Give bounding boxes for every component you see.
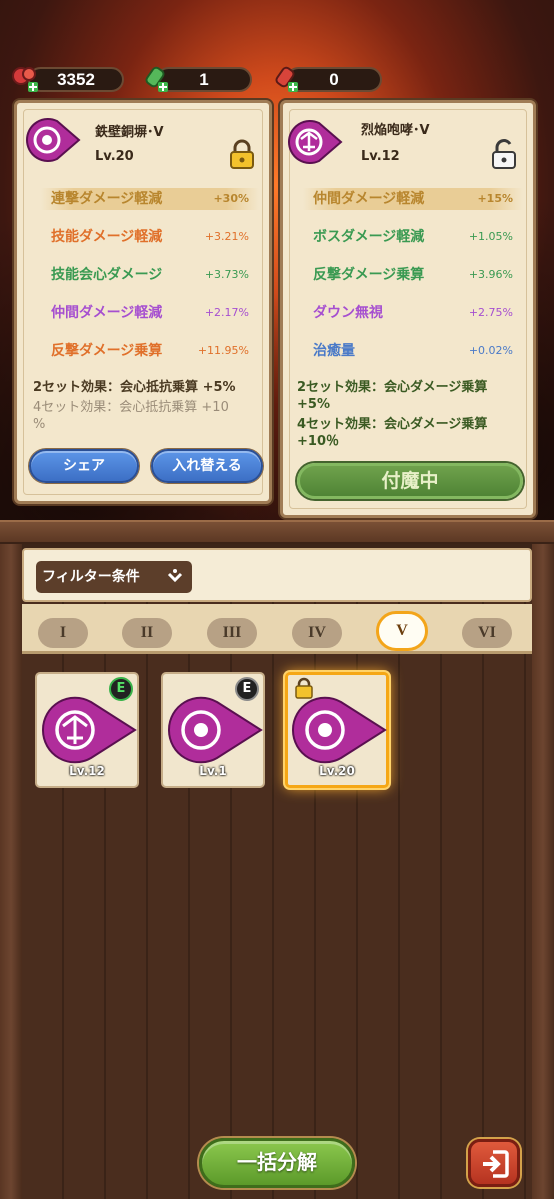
set-bonus-2: 2セット効果：会心抵抗乗算 +5%: [33, 380, 236, 395]
rune-item[interactable]: E Lv.12: [35, 672, 139, 788]
stat-value: +2.75%: [468, 306, 513, 319]
stat-row: 仲間ダメージ軽減 +2.17%: [51, 301, 249, 325]
stat-row: ダウン無視 +2.75%: [313, 301, 513, 325]
stat-value: +15%: [477, 192, 513, 205]
rune-emblem-icon: [25, 118, 81, 162]
tier-tab-6[interactable]: VI: [462, 618, 512, 648]
selected-rune-card: 烈焔咆哮･V Lv.12 仲間ダメージ軽減 +15% ボスダメージ軽減 +1.0…: [280, 100, 536, 518]
stat-row: ボスダメージ軽減 +1.05%: [313, 225, 513, 249]
stat-value: +11.95%: [197, 344, 249, 357]
panel-rail-right: [532, 544, 554, 1199]
green-potion-plus-icon[interactable]: [140, 64, 170, 94]
stat-value: +1.05%: [468, 230, 513, 243]
equipped-badge: E: [235, 677, 259, 701]
resource-value: 1: [199, 70, 209, 89]
rune-emblem-icon: [287, 120, 343, 164]
stat-row: 反撃ダメージ乗算 +11.95%: [51, 339, 249, 363]
set-bonus-4-cont: +10％: [297, 434, 339, 449]
lock-open-icon[interactable]: [491, 139, 517, 169]
stat-row: 仲間ダメージ軽減 +15%: [303, 187, 523, 211]
set-bonus-4: 4セット効果：会心ダメージ乗算: [297, 417, 488, 432]
panel-rail-left: [0, 544, 22, 1199]
stat-row: 技能会心ダメージ +3.73%: [51, 263, 249, 287]
resource-counter-gems: 3352: [28, 67, 124, 92]
rune-level: Lv.12: [361, 149, 400, 164]
rune-item[interactable]: E Lv.1: [161, 672, 265, 788]
red-gem-plus-icon[interactable]: [10, 64, 40, 94]
stat-row: 技能ダメージ軽減 +3.21%: [51, 225, 249, 249]
stat-value: +3.96%: [468, 268, 513, 281]
stat-name: 治癒量: [313, 343, 355, 359]
rune-emblem-icon: [291, 696, 387, 764]
filter-label: フィルター条件: [42, 569, 140, 585]
stat-row: 連撃ダメージ軽減 +30%: [41, 187, 259, 211]
stat-row: 反撃ダメージ乗算 +3.96%: [313, 263, 513, 287]
exit-button[interactable]: [468, 1139, 520, 1187]
tier-tabs: I II III IV V VI: [22, 604, 532, 654]
stat-name: ボスダメージ軽減: [313, 229, 425, 245]
item-level: Lv.1: [199, 764, 227, 778]
set-bonus-2-cont: +5%: [297, 397, 330, 412]
item-level: Lv.12: [69, 764, 105, 778]
rune-emblem-icon: [41, 696, 137, 764]
panel-divider: [0, 520, 554, 544]
stat-name: 仲間ダメージ軽減: [51, 305, 163, 321]
tier-tab-5[interactable]: V: [376, 611, 428, 651]
lock-closed-icon[interactable]: [229, 139, 255, 169]
stat-name: 連撃ダメージ軽減: [51, 191, 163, 207]
red-potion-plus-icon[interactable]: [270, 64, 300, 94]
equipped-rune-card: 鉄壁銅塀･V Lv.20 連撃ダメージ軽減 +30% 技能ダメージ軽減 +3.2…: [14, 100, 272, 504]
filter-button[interactable]: フィルター条件: [36, 561, 192, 593]
stat-name: 技能会心ダメージ: [51, 267, 163, 283]
rune-emblem-icon: [167, 696, 263, 764]
tier-tab-1[interactable]: I: [38, 618, 88, 648]
share-button[interactable]: シェア: [29, 449, 139, 483]
stat-value: +0.02%: [468, 344, 513, 357]
swap-button[interactable]: 入れ替える: [151, 449, 263, 483]
stat-value: +3.21%: [204, 230, 249, 243]
equipped-badge: E: [109, 677, 133, 701]
stat-row: 治癒量 +0.02%: [313, 339, 513, 363]
stat-name: ダウン無視: [313, 305, 383, 321]
set-bonus-4: 4セット効果：会心抵抗乗算 +10: [33, 400, 229, 415]
set-bonus-4-cont: %: [33, 417, 46, 432]
stat-value: +2.17%: [204, 306, 249, 319]
resource-value: 3352: [57, 70, 95, 89]
stat-name: 反撃ダメージ乗算: [313, 267, 425, 283]
tier-tab-4[interactable]: IV: [292, 618, 342, 648]
exit-icon: [483, 1150, 509, 1178]
resource-value: 0: [329, 70, 339, 89]
stat-name: 反撃ダメージ乗算: [51, 343, 163, 359]
lock-closed-icon: [295, 677, 313, 699]
filter-bar: フィルター条件: [22, 548, 532, 602]
item-level: Lv.20: [319, 764, 355, 778]
rune-name: 鉄壁銅塀･V: [95, 125, 164, 140]
resource-counter-green-potion: 1: [156, 67, 252, 92]
rune-item-selected[interactable]: Lv.20: [285, 672, 389, 788]
tier-tab-2[interactable]: II: [122, 618, 172, 648]
chevron-down-icon: [167, 569, 183, 583]
enchanting-button[interactable]: 付魔中: [297, 463, 523, 499]
rune-name: 烈焔咆哮･V: [361, 123, 430, 138]
stat-name: 技能ダメージ軽減: [51, 229, 163, 245]
rune-level: Lv.20: [95, 149, 134, 164]
stat-value: +30%: [213, 192, 249, 205]
set-bonus-2: 2セット効果：会心ダメージ乗算: [297, 380, 488, 395]
resource-counter-red-potion: 0: [286, 67, 382, 92]
tier-tab-3[interactable]: III: [207, 618, 257, 648]
stat-name: 仲間ダメージ軽減: [313, 191, 425, 207]
bulk-dismantle-button[interactable]: 一括分解: [199, 1138, 355, 1188]
stat-value: +3.73%: [204, 268, 249, 281]
